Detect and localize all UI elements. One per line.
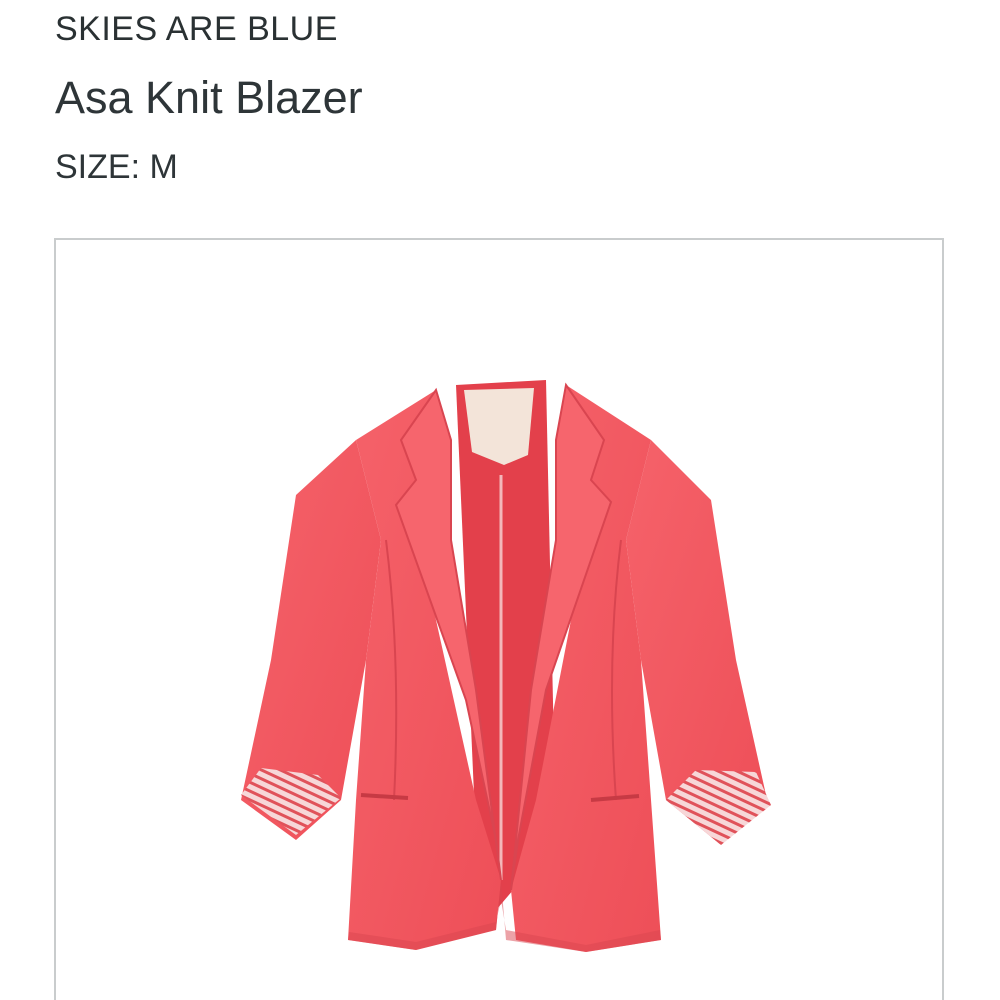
product-page: SKIES ARE BLUE Asa Knit Blazer SIZE: M xyxy=(0,0,1000,1000)
product-title: Asa Knit Blazer xyxy=(55,72,363,123)
product-image-frame[interactable] xyxy=(54,238,944,1000)
size-info: SIZE: M xyxy=(55,148,178,187)
brand-name: SKIES ARE BLUE xyxy=(55,10,338,48)
product-image xyxy=(241,380,771,952)
size-value: M xyxy=(149,148,178,186)
size-label: SIZE: xyxy=(55,148,141,186)
